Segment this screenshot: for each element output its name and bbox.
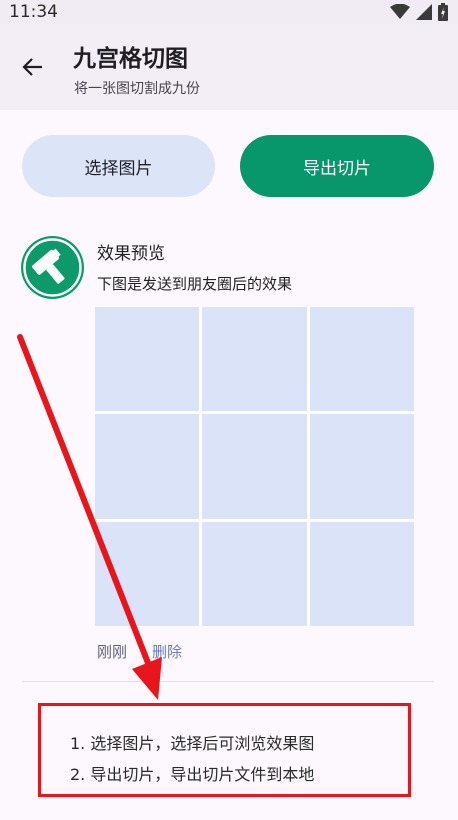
divider <box>22 681 434 682</box>
status-bar: 11:34 <box>0 0 458 24</box>
wifi-icon <box>390 4 410 19</box>
back-button[interactable] <box>12 46 54 88</box>
preview-grid <box>95 307 414 626</box>
grid-tile <box>95 521 200 626</box>
page-title: 九宫格切图 <box>73 46 188 72</box>
battery-icon <box>438 3 448 21</box>
app-bar: 九宫格切图 将一张图切割成九份 <box>0 24 458 110</box>
grid-tile <box>95 414 200 519</box>
arrow-back-icon <box>22 58 42 76</box>
grid-tile <box>309 521 414 626</box>
status-time: 11:34 <box>9 2 58 22</box>
grid-tile <box>309 414 414 519</box>
instructions-box: 1. 选择图片，选择后可浏览效果图 2. 导出切片，导出切片文件到本地 <box>38 703 411 797</box>
grid-tile <box>202 414 307 519</box>
card-description: 下图是发送到朋友圈后的效果 <box>97 275 293 293</box>
export-slices-button[interactable]: 导出切片 <box>240 135 434 197</box>
instruction-step-1: 1. 选择图片，选择后可浏览效果图 <box>70 734 315 753</box>
grid-tile <box>95 307 200 412</box>
hammer-icon <box>23 238 82 297</box>
signal-icon <box>416 4 432 20</box>
avatar <box>21 236 84 299</box>
grid-tile <box>202 521 307 626</box>
post-time: 刚刚 <box>97 643 128 661</box>
card-title: 效果预览 <box>97 244 165 264</box>
page-subtitle: 将一张图切割成九份 <box>74 81 200 97</box>
delete-link[interactable]: 删除 <box>152 641 182 662</box>
select-image-button[interactable]: 选择图片 <box>22 135 215 197</box>
grid-tile <box>309 307 414 412</box>
instruction-step-2: 2. 导出切片，导出切片文件到本地 <box>70 765 315 784</box>
status-icons <box>390 3 448 21</box>
grid-tile <box>202 307 307 412</box>
